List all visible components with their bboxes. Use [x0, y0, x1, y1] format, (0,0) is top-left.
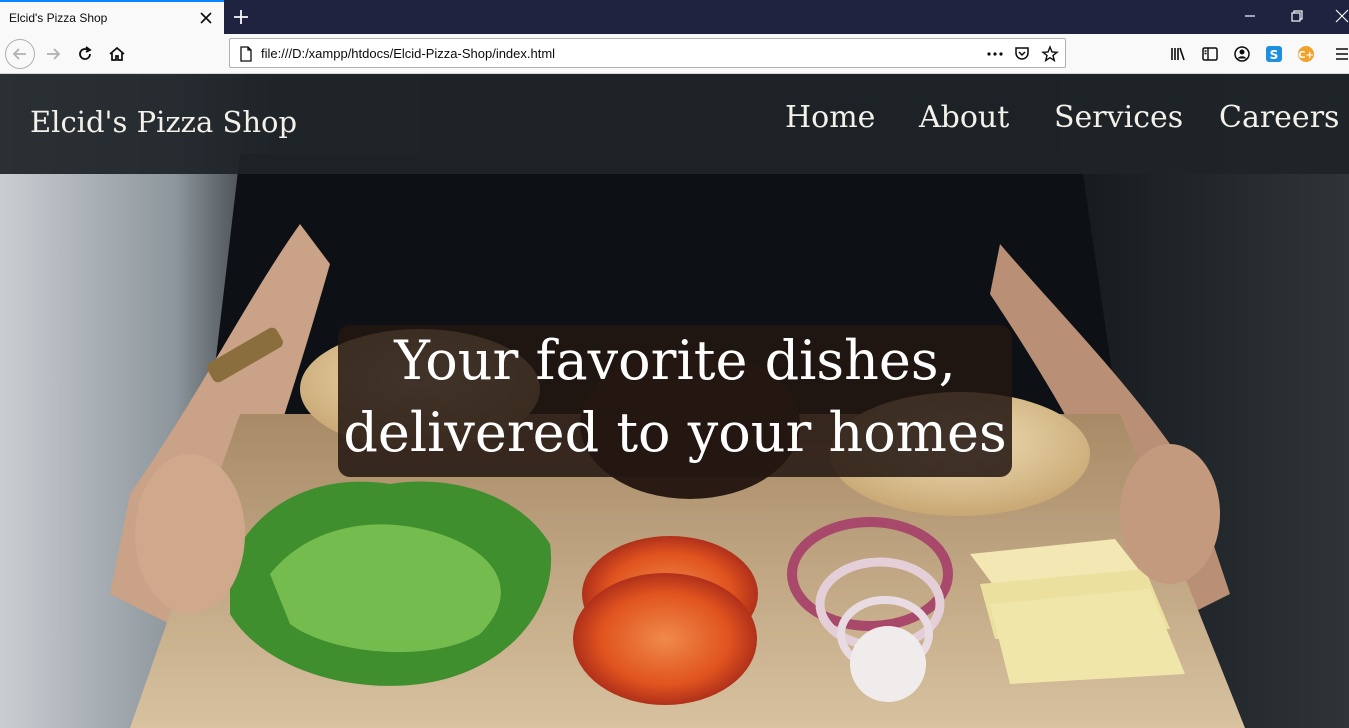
minimize-icon[interactable] — [1240, 6, 1260, 26]
home-icon — [109, 46, 125, 61]
url-text: file:///D:/xampp/htdocs/Elcid-Pizza-Shop… — [261, 46, 556, 61]
restore-icon[interactable] — [1287, 6, 1307, 26]
tab-title: Elcid's Pizza Shop — [9, 11, 108, 25]
browser-toolbar: file:///D:/xampp/htdocs/Elcid-Pizza-Shop… — [0, 34, 1349, 74]
hero-headline-line-2: delivered to your homes — [343, 401, 1007, 464]
address-bar[interactable]: file:///D:/xampp/htdocs/Elcid-Pizza-Shop… — [229, 38, 1066, 68]
new-tab-icon[interactable] — [232, 8, 250, 26]
nav-link-services[interactable]: Services — [1054, 100, 1183, 135]
close-window-icon[interactable] — [1332, 6, 1349, 26]
web-page: Elcid's Pizza Shop Home About Services C… — [0, 74, 1349, 728]
library-icon[interactable] — [1168, 44, 1188, 64]
browser-tab[interactable]: Elcid's Pizza Shop — [0, 0, 224, 34]
skype-extension-icon[interactable]: S — [1264, 44, 1284, 64]
page-actions-icon[interactable] — [986, 45, 1004, 63]
back-button[interactable] — [5, 39, 35, 69]
nav-link-careers[interactable]: Careers — [1219, 100, 1339, 135]
forward-button[interactable] — [38, 39, 68, 69]
coupon-extension-icon[interactable]: C+ — [1296, 44, 1316, 64]
menu-icon[interactable] — [1332, 44, 1349, 64]
close-tab-icon[interactable] — [199, 11, 213, 25]
site-header: Elcid's Pizza Shop Home About Services C… — [0, 74, 1349, 174]
reload-icon — [79, 46, 92, 60]
site-brand-link[interactable]: Elcid's Pizza Shop — [30, 105, 297, 139]
hero-headline-line-1: Your favorite dishes, — [394, 329, 956, 392]
svg-text:S: S — [1270, 48, 1279, 62]
pocket-icon[interactable] — [1013, 45, 1031, 63]
back-arrow-icon — [12, 48, 26, 60]
hero-headline-box: Your favorite dishes, delivered to your … — [338, 325, 1012, 477]
browser-tab-bar: Elcid's Pizza Shop — [0, 0, 1349, 34]
home-button[interactable] — [102, 39, 132, 69]
account-icon[interactable] — [1232, 44, 1252, 64]
bookmark-star-icon[interactable] — [1041, 45, 1059, 63]
svg-text:C+: C+ — [1298, 50, 1314, 61]
sidebar-icon[interactable] — [1200, 44, 1220, 64]
forward-arrow-icon — [47, 48, 61, 60]
reload-button[interactable] — [70, 39, 100, 69]
page-icon — [240, 46, 252, 62]
nav-link-about[interactable]: About — [919, 100, 1009, 135]
nav-link-home[interactable]: Home — [785, 100, 875, 135]
